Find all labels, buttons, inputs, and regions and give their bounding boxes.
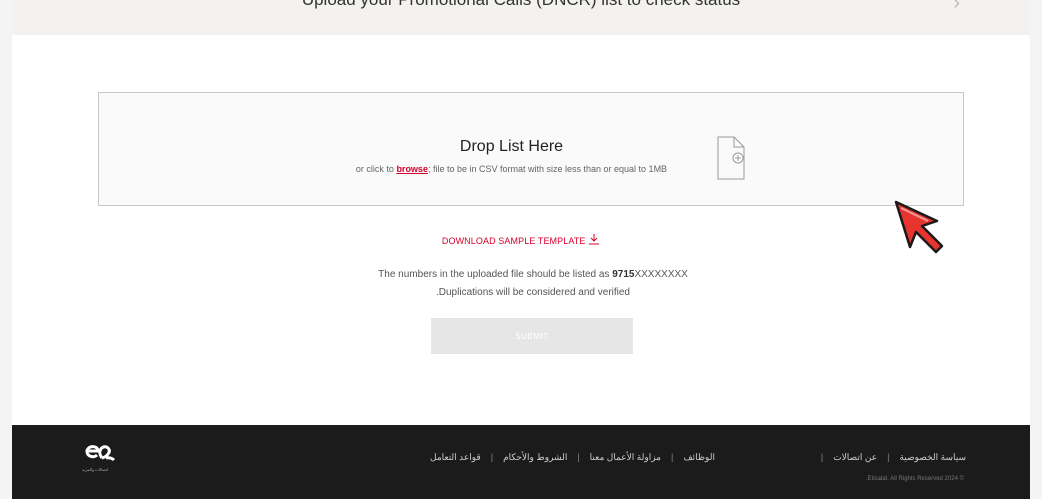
logo-subtext: اتصالات والمزيد bbox=[82, 467, 109, 472]
file-add-icon bbox=[717, 136, 745, 180]
download-template-link[interactable]: DOWNLOAD SAMPLE TEMPLATE bbox=[0, 233, 1042, 246]
footer-link-code[interactable]: قواعد التعامل bbox=[430, 452, 481, 462]
duplication-note: .Duplications will be considered and ver… bbox=[436, 287, 630, 298]
file-dropzone[interactable]: Drop List Here or click to browse; file … bbox=[98, 92, 964, 206]
page-banner: Upload your Promotional Calls (DNCR) lis… bbox=[12, 0, 1030, 35]
left-gutter bbox=[0, 0, 12, 499]
browse-link[interactable]: browse bbox=[396, 164, 428, 174]
format-note-text: The numbers in the uploaded file should … bbox=[378, 269, 613, 280]
instructions-prefix: or click to bbox=[355, 164, 397, 174]
footer-link-business[interactable]: مزاولة الأعمال معنا bbox=[590, 452, 661, 462]
submit-button[interactable]: SUBMIT bbox=[431, 318, 633, 354]
format-prefix: 9715 bbox=[612, 269, 635, 280]
page-title: Upload your Promotional Calls (DNCR) lis… bbox=[12, 0, 1030, 10]
chevron-right-icon[interactable]: › bbox=[953, 0, 960, 15]
etisalat-logo-icon bbox=[85, 445, 116, 462]
footer-links-right: | سياسة الخصوصية|عن اتصالات bbox=[820, 452, 966, 462]
footer-link-terms[interactable]: الشروط والأحكام bbox=[503, 452, 567, 462]
footer-links-left: الوظائف|مزاولة الأعمال معنا|الشروط والأح… bbox=[430, 452, 715, 462]
footer-link-careers[interactable]: الوظائف bbox=[683, 452, 715, 462]
main-card bbox=[12, 0, 1030, 425]
footer: اتصالات والمزيد الوظائف|مزاولة الأعمال م… bbox=[12, 425, 1030, 499]
download-icon bbox=[589, 234, 600, 245]
mouse-pointer-icon bbox=[894, 200, 944, 254]
download-label: DOWNLOAD SAMPLE TEMPLATE bbox=[441, 236, 586, 246]
dropzone-title: Drop List Here bbox=[459, 138, 564, 155]
right-gutter bbox=[1030, 0, 1042, 499]
etisalat-logo[interactable]: اتصالات والمزيد bbox=[82, 440, 116, 472]
footer-link-about[interactable]: عن اتصالات bbox=[833, 452, 877, 462]
format-mask: XXXXXXXX bbox=[634, 269, 688, 280]
footer-link-privacy[interactable]: سياسة الخصوصية bbox=[899, 452, 966, 462]
format-note: The numbers in the uploaded file should … bbox=[0, 269, 1042, 280]
copyright: .Etisalat. All Rights Reserved 2024 © bbox=[865, 476, 964, 482]
dropzone-instructions: or click to browse; file to be in CSV fo… bbox=[99, 164, 924, 174]
instructions-suffix: ; file to be in CSV format with size les… bbox=[427, 164, 668, 174]
